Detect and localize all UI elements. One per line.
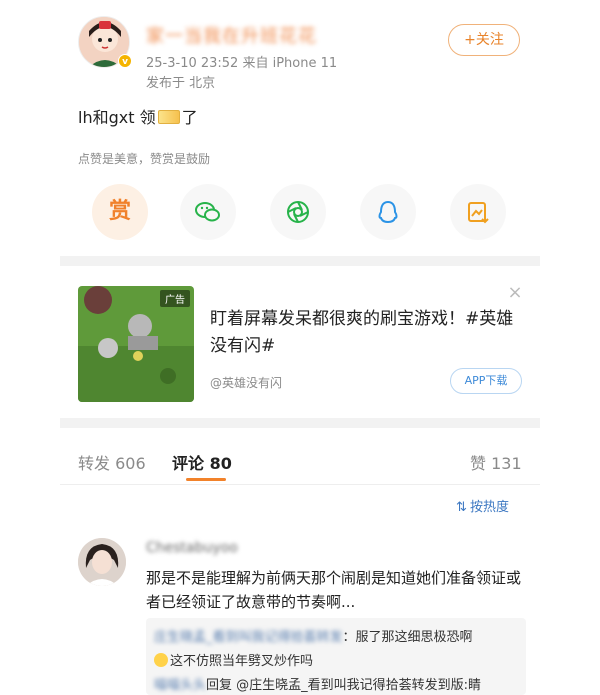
section-divider: [60, 418, 540, 428]
reply-text: 服了那这细思极恐啊: [355, 630, 473, 645]
section-divider: [60, 256, 540, 266]
reply-item[interactable]: 喵喵头头回复 @庄生晓孟_看到叫我记得拾荟转发到版:睛: [154, 674, 481, 693]
save-image-button[interactable]: [450, 184, 506, 240]
post-text-start: lh和gxt 领: [78, 108, 156, 127]
post-text-end: 了: [181, 108, 198, 127]
sort-button[interactable]: ⇅ 按热度: [456, 496, 509, 515]
sort-icon: ⇅: [456, 500, 467, 515]
reward-label: 赏: [108, 199, 131, 224]
reply-item[interactable]: 庄生晓孟_看到叫我记得拾荟转发：服了那这细思极恐啊: [154, 626, 473, 645]
reply-item[interactable]: 这不仿照当年劈叉炒作吗: [154, 650, 313, 669]
verified-badge-icon: v: [118, 54, 132, 68]
certificate-emoji-icon: [157, 110, 180, 124]
share-wechat-button[interactable]: [180, 184, 236, 240]
comment-text: 那是不是能理解为前俩天那个闹剧是知道她们准备领证或者已经领证了故意带的节奏啊..…: [146, 569, 522, 611]
app-download-button[interactable]: APP下载: [450, 368, 522, 394]
reply-author[interactable]: 庄生晓孟_看到叫我记得拾荟转发: [154, 630, 343, 645]
share-actions: 赏: [92, 184, 522, 240]
reply-author[interactable]: 喵喵头头: [154, 678, 206, 693]
smile-emoji-icon: [154, 653, 168, 667]
reply-text: 回复 @庄生晓孟_看到叫我记得拾荟转发到版:睛: [206, 678, 482, 693]
tab-likes[interactable]: 赞 131: [470, 450, 522, 474]
follow-button[interactable]: +关注: [448, 24, 520, 56]
ad-tag: 广告: [160, 290, 190, 307]
reply-list[interactable]: 庄生晓孟_看到叫我记得拾荟转发：服了那这细思极恐啊 这不仿照当年劈叉炒作吗 喵喵…: [146, 618, 526, 695]
post-meta: 25-3-10 23:52 来自 iPhone 11: [146, 56, 338, 71]
post-page: v 家一当我在升班花花 25-3-10 23:52 来自 iPhone 11 发…: [60, 0, 540, 695]
wechat-icon: [195, 202, 220, 222]
qq-icon: [378, 200, 398, 224]
sort-label: 按热度: [470, 500, 510, 515]
commenter-avatar[interactable]: [78, 538, 126, 586]
reply-text: 这不仿照当年劈叉炒作吗: [170, 654, 314, 669]
tab-comments[interactable]: 评论 80: [172, 450, 232, 474]
interaction-tabs: 转发 606 评论 80 赞 131: [60, 440, 540, 484]
moments-icon: [287, 201, 309, 223]
ad-source[interactable]: @英雄没有闪: [210, 374, 282, 391]
active-tab-indicator: [186, 478, 226, 481]
close-icon[interactable]: ×: [506, 284, 524, 302]
tab-separator: [60, 484, 540, 485]
save-image-icon: [468, 202, 489, 224]
commenter-name[interactable]: Chestabuyoo: [146, 540, 238, 556]
share-moments-button[interactable]: [270, 184, 326, 240]
reward-hint: 点赞是美意，赞赏是鼓励: [78, 152, 211, 166]
ad-title[interactable]: 盯着屏幕发呆都很爽的刷宝游戏！#英雄没有闪#: [210, 306, 520, 360]
tab-repost[interactable]: 转发 606: [78, 450, 146, 474]
ad-image[interactable]: 广告: [78, 286, 194, 402]
reward-button[interactable]: 赏: [92, 184, 148, 240]
author-name[interactable]: 家一当我在升班花花: [146, 22, 317, 48]
post-location: 发布于 北京: [146, 76, 216, 91]
post-text: lh和gxt 领 了: [78, 104, 198, 128]
share-qq-button[interactable]: [360, 184, 416, 240]
